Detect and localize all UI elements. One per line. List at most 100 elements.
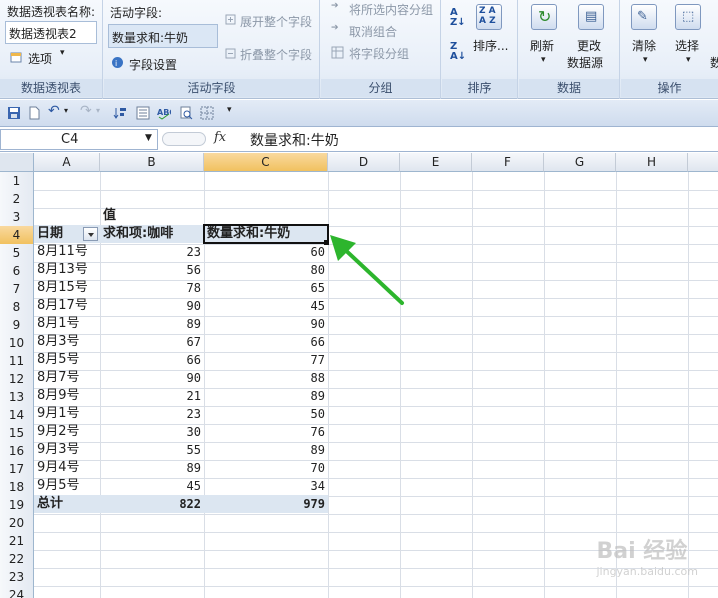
pivot-row-date[interactable]: 8月9号 xyxy=(34,387,83,405)
pivot-row-date[interactable]: 8月3号 xyxy=(34,333,83,351)
change-source-label-top[interactable]: 更改 xyxy=(577,37,601,54)
change-data-source-icon[interactable]: ▤ xyxy=(578,4,604,30)
redo-icon[interactable]: ↷ xyxy=(80,103,92,119)
options-button[interactable]: 选项 xyxy=(28,50,52,67)
pivot-row-coffee[interactable]: 66 xyxy=(100,351,204,369)
pivot-row-milk[interactable]: 89 xyxy=(204,387,328,405)
print-preview-icon[interactable] xyxy=(179,106,193,120)
row-header[interactable]: 2 xyxy=(0,190,34,209)
save-icon[interactable] xyxy=(7,106,21,120)
pivot-row-coffee[interactable]: 78 xyxy=(100,279,204,297)
redo-dropdown-icon[interactable]: ▾ xyxy=(96,106,100,115)
row-header[interactable]: 6 xyxy=(0,262,34,281)
pivot-row-coffee[interactable]: 30 xyxy=(100,423,204,441)
pivot-row-coffee[interactable]: 67 xyxy=(100,333,204,351)
pivot-row-coffee[interactable]: 23 xyxy=(100,243,204,261)
pivot-row-coffee[interactable]: 56 xyxy=(100,261,204,279)
ungroup-button[interactable]: 取消组合 xyxy=(349,23,397,40)
pivot-row-coffee[interactable]: 45 xyxy=(100,477,204,495)
column-header-e[interactable]: E xyxy=(400,153,472,172)
active-field-input[interactable]: 数量求和:牛奶 xyxy=(108,24,218,48)
pivot-total-label[interactable]: 总计 xyxy=(34,495,66,513)
row-header[interactable]: 4 xyxy=(0,226,34,245)
pivot-row-coffee[interactable]: 55 xyxy=(100,441,204,459)
sort-az-icon[interactable]: A Z↓ xyxy=(450,8,466,28)
pivot-row-date[interactable]: 9月2号 xyxy=(34,423,83,441)
pivot-row-milk[interactable]: 70 xyxy=(204,459,328,477)
refresh-icon[interactable]: ↻ xyxy=(531,4,557,30)
clear-icon[interactable]: ✎ xyxy=(631,4,657,30)
expand-field-button[interactable]: 展开整个字段 xyxy=(240,13,312,30)
pivot-row-milk[interactable]: 66 xyxy=(204,333,328,351)
field-settings-button[interactable]: 字段设置 xyxy=(129,56,177,73)
pivot-name-input[interactable]: 数据透视表2 xyxy=(5,21,97,44)
formula-bar-splitter[interactable] xyxy=(162,132,206,146)
refresh-dropdown-icon[interactable]: ▾ xyxy=(541,55,546,65)
column-header-b[interactable]: B xyxy=(100,153,204,172)
customize-qat-icon[interactable]: ▾ xyxy=(227,105,232,115)
row-header[interactable]: 14 xyxy=(0,406,34,425)
pivot-header-coffee[interactable]: 求和项:咖啡 xyxy=(100,225,176,243)
change-data-source-button[interactable]: 数据源 xyxy=(567,54,603,71)
pivot-row-milk[interactable]: 89 xyxy=(204,441,328,459)
sort-button[interactable]: 排序... xyxy=(473,37,508,54)
name-box[interactable]: C4 ▼ xyxy=(0,129,158,150)
row-header[interactable]: 18 xyxy=(0,478,34,497)
row-header[interactable]: 19 xyxy=(0,496,34,515)
column-header-d[interactable]: D xyxy=(328,153,400,172)
pivot-row-date[interactable]: 8月15号 xyxy=(34,279,91,297)
pivot-row-milk[interactable]: 76 xyxy=(204,423,328,441)
pivot-values-label[interactable]: 值 xyxy=(100,207,119,225)
pivot-row-field-label[interactable]: 日期 xyxy=(34,225,66,243)
worksheet-grid[interactable]: A B C D E F G H 1 2 3 4 5 6 7 8 9 10 11 12 13 14 15 16 1… xyxy=(0,153,718,598)
select-icon[interactable]: ⬚ xyxy=(675,4,701,30)
row-header[interactable]: 7 xyxy=(0,280,34,299)
clear-dropdown-icon[interactable]: ▾ xyxy=(643,55,648,65)
collapse-field-button[interactable]: 折叠整个字段 xyxy=(240,46,312,63)
pivot-row-milk[interactable]: 34 xyxy=(204,477,328,495)
column-header-c[interactable]: C xyxy=(204,153,328,172)
pivot-row-date[interactable]: 8月13号 xyxy=(34,261,91,279)
row-header[interactable]: 12 xyxy=(0,370,34,389)
pivot-row-milk[interactable]: 88 xyxy=(204,369,328,387)
sort-ascending-icon[interactable] xyxy=(113,106,127,120)
sort-za-icon[interactable]: Z A↓ xyxy=(450,42,466,62)
pivot-row-date[interactable]: 8月7号 xyxy=(34,369,83,387)
column-header-h[interactable]: H xyxy=(616,153,688,172)
pivot-row-milk[interactable]: 65 xyxy=(204,279,328,297)
group-field-button[interactable]: 将字段分组 xyxy=(349,45,409,62)
clear-button[interactable]: 清除 xyxy=(632,37,656,54)
pivot-row-date[interactable]: 9月1号 xyxy=(34,405,83,423)
pivot-row-milk[interactable]: 50 xyxy=(204,405,328,423)
row-header[interactable]: 15 xyxy=(0,424,34,443)
select-dropdown-icon[interactable]: ▾ xyxy=(686,55,691,65)
pivot-row-date[interactable]: 9月3号 xyxy=(34,441,83,459)
row-header[interactable]: 17 xyxy=(0,460,34,479)
spelling-icon[interactable]: ABC xyxy=(157,106,171,120)
refresh-button[interactable]: 刷新 xyxy=(530,37,554,54)
insert-function-button[interactable]: fx xyxy=(214,130,226,145)
row-header[interactable]: 3 xyxy=(0,208,34,227)
pivot-row-coffee[interactable]: 90 xyxy=(100,297,204,315)
sort-dialog-icon[interactable]: Z AA Z xyxy=(476,4,502,30)
pivot-row-date[interactable]: 8月11号 xyxy=(34,243,91,261)
borders-icon[interactable] xyxy=(200,106,214,120)
row-header[interactable]: 11 xyxy=(0,352,34,371)
undo-icon[interactable]: ↶ xyxy=(48,103,60,119)
row-header[interactable]: 16 xyxy=(0,442,34,461)
row-header[interactable]: 23 xyxy=(0,568,34,587)
group-selection-button[interactable]: 将所选内容分组 xyxy=(349,1,433,18)
row-header[interactable]: 10 xyxy=(0,334,34,353)
select-button[interactable]: 选择 xyxy=(675,37,699,54)
form-icon[interactable] xyxy=(136,106,150,120)
new-file-icon[interactable] xyxy=(27,106,41,120)
pivot-row-date[interactable]: 9月5号 xyxy=(34,477,83,495)
pivot-row-coffee[interactable]: 90 xyxy=(100,369,204,387)
pivot-row-date[interactable]: 8月5号 xyxy=(34,351,83,369)
formula-input[interactable]: 数量求和:牛奶 xyxy=(250,130,339,150)
row-header[interactable]: 8 xyxy=(0,298,34,317)
pivot-row-coffee[interactable]: 89 xyxy=(100,315,204,333)
column-header-f[interactable]: F xyxy=(472,153,544,172)
pivot-row-coffee[interactable]: 21 xyxy=(100,387,204,405)
row-header[interactable]: 21 xyxy=(0,532,34,551)
